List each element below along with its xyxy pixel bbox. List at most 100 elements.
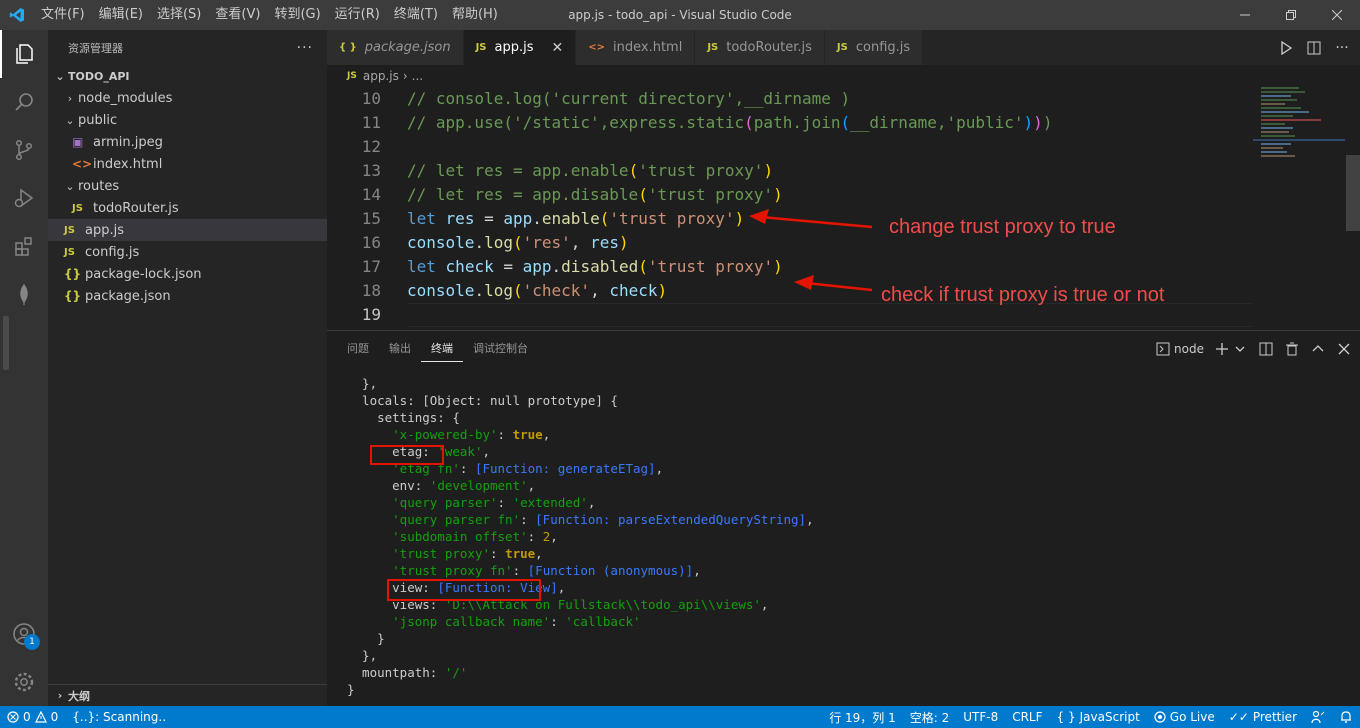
tab-app-js[interactable]: JS app.js ✕ [463, 30, 577, 65]
bottom-panel: 问题 输出 终端 调试控制台 node }, locals: [Object: … [327, 330, 1360, 728]
tree-root-folder[interactable]: ⌄ TODO_API [48, 65, 327, 87]
menu-help[interactable]: 帮助(H) [445, 0, 505, 30]
chevron-down-icon: ⌄ [55, 69, 65, 83]
menu-view[interactable]: 查看(V) [208, 0, 267, 30]
breadcrumb-file[interactable]: app.js [363, 69, 399, 83]
terminal-line: env: 'development', [347, 478, 536, 493]
tree-item-index-html[interactable]: <> index.html [48, 153, 327, 175]
breadcrumb-more[interactable]: ... [412, 69, 423, 83]
tree-item-label: armin.jpeg [93, 134, 163, 150]
outline-label: 大纲 [68, 689, 90, 703]
outline-section[interactable]: › 大纲 [48, 684, 327, 706]
extensions-icon[interactable] [0, 222, 48, 270]
tab-index-html[interactable]: <> index.html [576, 30, 696, 65]
line-number: 11 [361, 113, 381, 132]
highlight-trust-proxy-box [387, 579, 541, 601]
prettier-status[interactable]: ✓✓ Prettier [1222, 710, 1304, 724]
tab-debug-console[interactable]: 调试控制台 [463, 331, 538, 367]
editor-scrollbar-thumb[interactable] [1346, 155, 1360, 231]
tree-item-label: todoRouter.js [93, 200, 179, 216]
restore-button[interactable] [1268, 0, 1314, 30]
menu-go[interactable]: 转到(G) [267, 0, 327, 30]
feedback-person-icon [1311, 710, 1325, 724]
editor-scrollbar[interactable] [1346, 87, 1360, 330]
encoding-status[interactable]: UTF-8 [956, 710, 1005, 724]
code-text: let check = app.disabled('trust proxy') [407, 257, 783, 276]
tree-item-package-json[interactable]: {} package.json [48, 285, 327, 307]
tab-terminal[interactable]: 终端 [421, 336, 463, 362]
tree-item-todorouter-js[interactable]: JS todoRouter.js [48, 197, 327, 219]
more-actions-button[interactable]: ··· [297, 40, 313, 56]
indentation-status[interactable]: 空格: 2 [903, 709, 957, 726]
close-window-button[interactable] [1314, 0, 1360, 30]
scanning-status[interactable]: {..}: Scanning.. [65, 710, 173, 724]
js-file-icon: JS [475, 42, 487, 53]
chevron-down-icon [1235, 346, 1245, 352]
feedback-button[interactable] [1304, 710, 1332, 724]
tree-item-routes[interactable]: ⌄ routes [48, 175, 327, 197]
tab-todorouter-js[interactable]: JS todoRouter.js [695, 30, 825, 65]
maximize-panel-button[interactable] [1310, 341, 1326, 357]
tab-package-json[interactable]: { } package.json [327, 30, 464, 65]
account-icon[interactable]: 1 [0, 610, 48, 658]
js-file-icon: JS [707, 42, 719, 53]
play-icon [1281, 40, 1293, 55]
restore-icon [1286, 10, 1296, 20]
settings-gear-icon[interactable] [0, 658, 48, 706]
language-mode[interactable]: { } JavaScript [1050, 710, 1147, 724]
minimize-icon [1240, 14, 1250, 16]
source-control-icon[interactable] [0, 126, 48, 174]
kill-terminal-button[interactable] [1284, 341, 1300, 357]
editor-tab-bar: { } package.json JS app.js ✕ <> index.ht… [327, 30, 1360, 65]
minimap[interactable] [1253, 87, 1345, 330]
tree-item-label: package-lock.json [85, 266, 202, 282]
go-live-label: Go Live [1169, 710, 1215, 724]
menu-run[interactable]: 运行(R) [328, 0, 387, 30]
tab-output[interactable]: 输出 [379, 331, 421, 367]
eol-status[interactable]: CRLF [1005, 710, 1049, 724]
terminal-line: mountpath: '/' [347, 665, 468, 680]
files-icon[interactable] [0, 30, 48, 78]
new-terminal-button[interactable] [1214, 341, 1230, 357]
tree-item-node-modules[interactable]: › node_modules [48, 87, 327, 109]
menu-edit[interactable]: 编辑(E) [92, 0, 150, 30]
menu-terminal[interactable]: 终端(T) [387, 0, 445, 30]
run-button[interactable] [1276, 38, 1296, 58]
terminal-selector[interactable]: node [1156, 342, 1204, 356]
mongodb-icon[interactable] [0, 270, 48, 318]
notifications-button[interactable] [1332, 710, 1360, 724]
close-tab-button[interactable]: ✕ [552, 40, 564, 56]
error-icon [7, 711, 19, 723]
search-icon[interactable] [0, 78, 48, 126]
code-text: console.log('check', check) [407, 281, 668, 300]
terminal-dropdown-button[interactable] [1232, 341, 1248, 357]
ellipsis-icon: ··· [1335, 39, 1349, 56]
code-line: 10 // console.log('current directory',__d… [327, 87, 1253, 111]
tree-item-armin-jpeg[interactable]: ▣ armin.jpeg [48, 131, 327, 153]
more-editor-actions-button[interactable]: ··· [1332, 38, 1352, 58]
problems-status[interactable]: 0 0 [0, 710, 65, 724]
tab-problems[interactable]: 问题 [337, 331, 379, 367]
tree-item-config-js[interactable]: JS config.js [48, 241, 327, 263]
split-terminal-button[interactable] [1258, 341, 1274, 357]
split-editor-button[interactable] [1304, 38, 1324, 58]
cursor-position[interactable]: 行 19，列 1 [822, 709, 903, 726]
tree-item-public[interactable]: ⌄ public [48, 109, 327, 131]
tree-item-app-js[interactable]: JS app.js [48, 219, 327, 241]
tab-config-js[interactable]: JS config.js [824, 30, 924, 65]
html-file-icon: <> [72, 157, 93, 171]
menu-file[interactable]: 文件(F) [34, 0, 92, 30]
run-debug-icon[interactable] [0, 174, 48, 222]
menu-selection[interactable]: 选择(S) [150, 0, 208, 30]
tab-label: package.json [364, 40, 451, 55]
minimize-button[interactable] [1222, 0, 1268, 30]
close-panel-button[interactable] [1336, 341, 1352, 357]
terminal-output[interactable]: }, locals: [Object: null prototype] { se… [327, 375, 1360, 698]
tree-item-label: package.json [85, 288, 171, 304]
tree-item-package-lock-json[interactable]: {} package-lock.json [48, 263, 327, 285]
trash-icon [1286, 342, 1298, 356]
go-live-button[interactable]: Go Live [1147, 710, 1222, 724]
tree-item-label: app.js [85, 222, 124, 238]
terminal-line: }, [347, 376, 378, 391]
